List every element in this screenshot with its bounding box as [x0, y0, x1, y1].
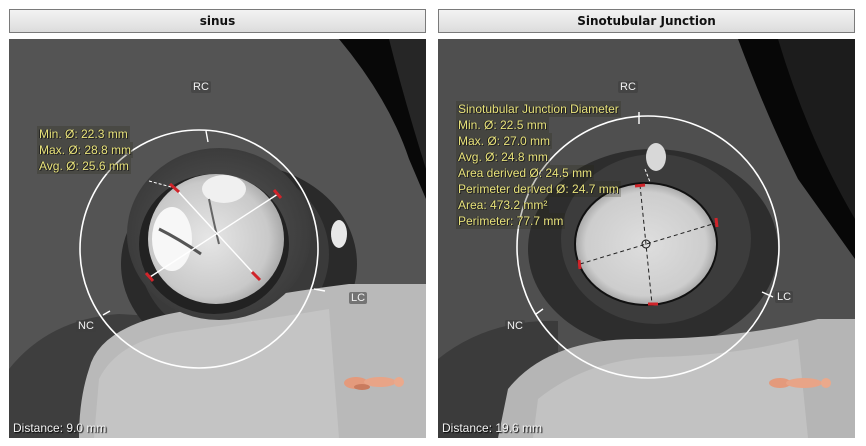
nc-label: NC	[76, 320, 96, 332]
nc-label: NC	[505, 320, 525, 332]
ct-viewport[interactable]: RC LC NC Sinotubular Junction Diameter M…	[438, 39, 855, 438]
panel-title: sinus	[9, 9, 426, 33]
ct-viewport[interactable]: RC LC NC Min. Ø: 22.3 mm Max. Ø: 28.8 mm…	[9, 39, 426, 438]
measurement-min: Min. Ø: 22.3 mm	[37, 126, 130, 142]
measurement-perimeter: Perimeter: 77.7 mm	[456, 213, 566, 229]
lc-label: LC	[775, 291, 794, 303]
distance-readout: Distance: 19.6 mm	[442, 421, 543, 435]
measurement-area: Area: 473.2 mm²	[456, 197, 550, 213]
viewport-panel-sinotubular-junction: Sinotubular Junction RC LC NC Sinotubula…	[438, 9, 855, 438]
measurement-area-derived: Area derived Ø: 24.5 mm	[456, 165, 595, 181]
measurement-avg: Avg. Ø: 25.6 mm	[37, 158, 131, 174]
body-orientation-icon	[344, 377, 404, 390]
measurement-max: Max. Ø: 27.0 mm	[456, 133, 553, 149]
rc-label: RC	[191, 81, 211, 93]
measurement-perimeter-derived: Perimeter derived Ø: 24.7 mm	[456, 181, 621, 197]
body-orientation-icon	[769, 378, 831, 388]
measurement-avg: Avg. Ø: 24.8 mm	[456, 149, 550, 165]
measurement-overlay[interactable]: Min. Ø: 22.3 mm Max. Ø: 28.8 mm Avg. Ø: …	[37, 126, 134, 174]
panel-title: Sinotubular Junction	[438, 9, 855, 33]
viewport-panel-sinus: sinus RC LC NC Min. Ø: 22.3 mm Max. Ø: 2…	[9, 9, 426, 438]
rc-label: RC	[618, 81, 638, 93]
measurement-title: Sinotubular Junction Diameter	[456, 101, 621, 117]
lc-label: LC	[349, 292, 368, 304]
distance-readout: Distance: 9.0 mm	[13, 421, 107, 435]
measurement-max: Max. Ø: 28.8 mm	[37, 142, 134, 158]
measurement-overlay[interactable]: Sinotubular Junction Diameter Min. Ø: 22…	[456, 101, 621, 229]
measurement-min: Min. Ø: 22.5 mm	[456, 117, 549, 133]
